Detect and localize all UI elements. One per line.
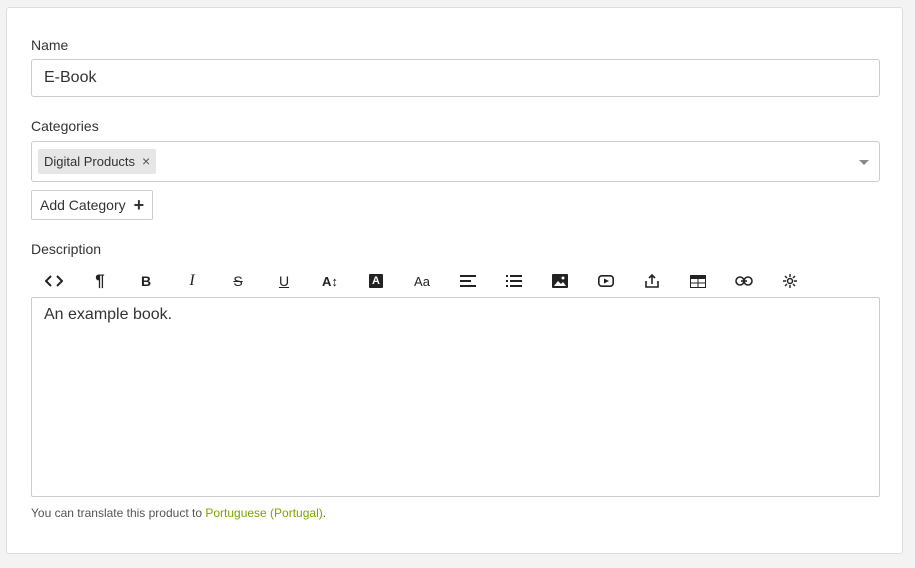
add-category-button[interactable]: Add Category +	[31, 190, 154, 220]
list-icon[interactable]	[491, 268, 537, 294]
image-icon[interactable]	[537, 268, 583, 294]
link-icon[interactable]	[721, 268, 767, 294]
translate-link[interactable]: Portuguese (Portugal)	[205, 506, 322, 520]
remove-tag-icon[interactable]: ×	[142, 149, 150, 174]
category-tag: Digital Products ×	[38, 149, 157, 174]
paragraph-icon[interactable]: ¶	[77, 268, 123, 294]
chevron-down-icon[interactable]	[859, 160, 869, 165]
category-tag-label: Digital Products	[44, 154, 136, 169]
underline-icon[interactable]: U	[261, 268, 307, 294]
categories-label: Categories	[31, 118, 99, 134]
name-label: Name	[31, 37, 69, 53]
italic-icon[interactable]: I	[169, 268, 215, 294]
product-form-card: Name E-Book Categories Digital Products …	[6, 7, 903, 554]
description-editor[interactable]: An example book.	[31, 297, 880, 497]
strikethrough-icon[interactable]: S	[215, 268, 261, 294]
translation-hint: You can translate this product to Portug…	[31, 506, 326, 520]
special-chars-icon[interactable]	[767, 268, 813, 294]
font-color-glyph: A	[369, 274, 383, 288]
video-icon[interactable]	[583, 268, 629, 294]
name-input[interactable]: E-Book	[31, 59, 880, 97]
description-label: Description	[31, 241, 102, 257]
add-category-label: Add Category	[40, 197, 126, 213]
code-view-icon[interactable]	[31, 268, 77, 294]
upload-icon[interactable]	[629, 268, 675, 294]
plus-icon: +	[133, 195, 145, 215]
font-size-icon[interactable]: A↕	[307, 268, 353, 294]
hint-suffix: .	[322, 506, 327, 520]
bold-icon[interactable]: B	[123, 268, 169, 294]
font-family-icon[interactable]: Aa	[399, 268, 445, 294]
hint-prefix: You can translate this product to	[31, 506, 206, 520]
editor-toolbar: ¶ B I S U A↕ A Aa	[31, 268, 813, 294]
font-color-icon[interactable]: A	[353, 268, 399, 294]
table-icon[interactable]	[675, 268, 721, 294]
categories-select[interactable]: Digital Products ×	[31, 141, 880, 182]
align-icon[interactable]	[445, 268, 491, 294]
